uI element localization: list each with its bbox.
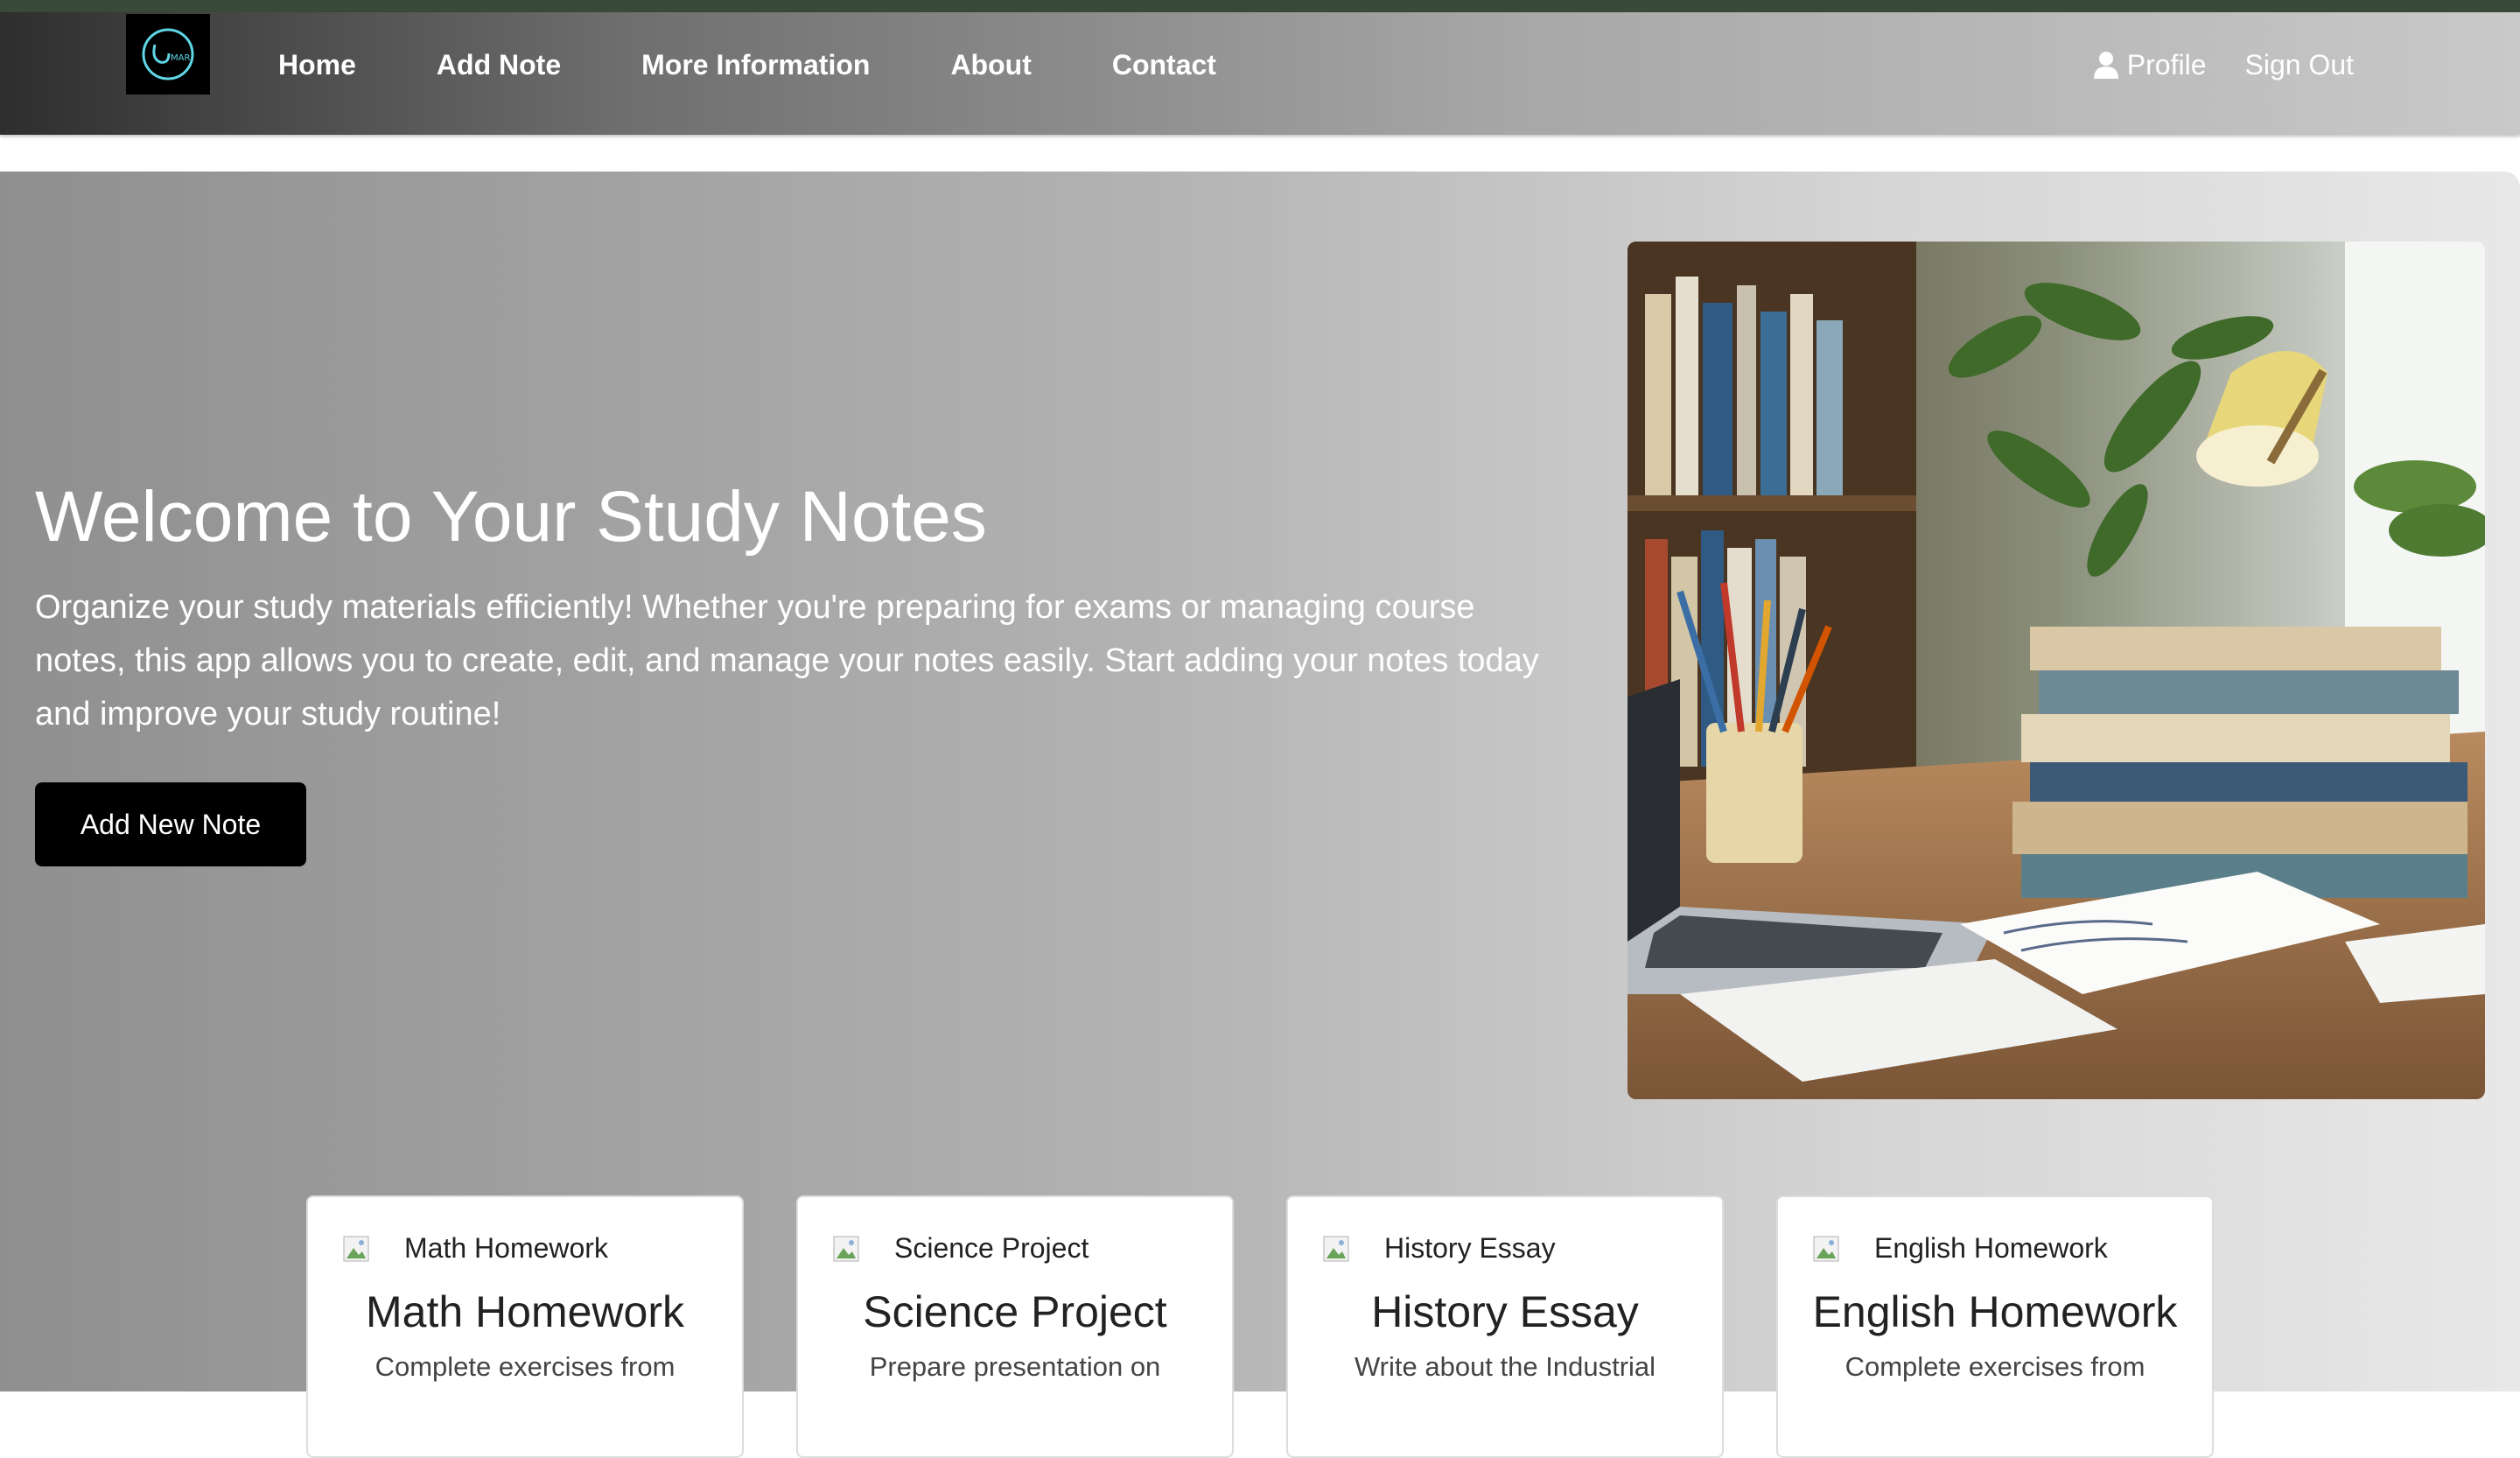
profile-label: Profile	[2126, 49, 2207, 81]
nav-links: Home Add Note More Information About Con…	[278, 33, 1297, 96]
note-card[interactable]: Math Homework Math Homework Complete exe…	[306, 1195, 744, 1458]
profile-link[interactable]: Profile	[2093, 33, 2207, 96]
logo[interactable]: MAR	[126, 14, 210, 95]
logo-icon: MAR	[142, 28, 194, 81]
nav-add-note-link[interactable]: Add Note	[437, 33, 561, 96]
nav-contact-link[interactable]: Contact	[1112, 33, 1216, 96]
note-card[interactable]: English Homework English Homework Comple…	[1776, 1195, 2214, 1458]
hero-title: Welcome to Your Study Notes	[35, 477, 987, 557]
note-card-title: English Homework	[1812, 1287, 2178, 1336]
note-cards: Math Homework Math Homework Complete exe…	[306, 1195, 2214, 1458]
note-card-image-alt: Science Project	[894, 1232, 1089, 1264]
note-card-image-alt: English Homework	[1874, 1232, 2108, 1264]
hero-description: Organize your study materials efficientl…	[35, 589, 1539, 733]
hero-study-desk-image	[1628, 242, 2485, 1099]
svg-text:MAR: MAR	[171, 53, 190, 63]
navbar: MAR Home Add Note More Information About…	[0, 12, 2520, 135]
broken-image-icon	[1813, 1236, 1839, 1261]
note-card-image: English Homework	[1813, 1232, 2108, 1265]
note-card[interactable]: History Essay History Essay Write about …	[1286, 1195, 1724, 1458]
note-card[interactable]: Science Project Science Project Prepare …	[796, 1195, 1234, 1458]
broken-image-icon	[343, 1236, 369, 1261]
note-card-title: Math Homework	[366, 1287, 684, 1336]
note-card-image-alt: Math Homework	[404, 1232, 608, 1264]
top-accent-bar	[0, 0, 2520, 12]
nav-home-link[interactable]: Home	[278, 33, 356, 96]
note-card-description: Complete exercises from	[374, 1351, 676, 1382]
note-card-description: Prepare presentation on	[869, 1351, 1161, 1382]
note-card-image: Math Homework	[343, 1232, 608, 1265]
broken-image-icon	[833, 1236, 859, 1261]
person-icon	[2093, 52, 2118, 79]
nav-user-area: Profile Sign Out	[2055, 33, 2354, 96]
sign-out-link[interactable]: Sign Out	[2244, 33, 2354, 96]
note-card-title: Science Project	[863, 1287, 1167, 1336]
note-card-title: History Essay	[1371, 1287, 1639, 1336]
note-card-description: Complete exercises from	[1844, 1351, 2146, 1382]
note-card-description: Write about the Industrial	[1354, 1351, 1656, 1382]
note-card-image-alt: History Essay	[1384, 1232, 1556, 1264]
nav-more-information-link[interactable]: More Information	[641, 33, 870, 96]
hero-section: Welcome to Your Study Notes Organize you…	[0, 172, 2520, 1458]
broken-image-icon	[1323, 1236, 1349, 1261]
note-card-image: Science Project	[833, 1232, 1088, 1265]
note-card-image: History Essay	[1323, 1232, 1556, 1265]
nav-about-link[interactable]: About	[950, 33, 1031, 96]
add-new-note-button[interactable]: Add New Note	[35, 782, 306, 866]
